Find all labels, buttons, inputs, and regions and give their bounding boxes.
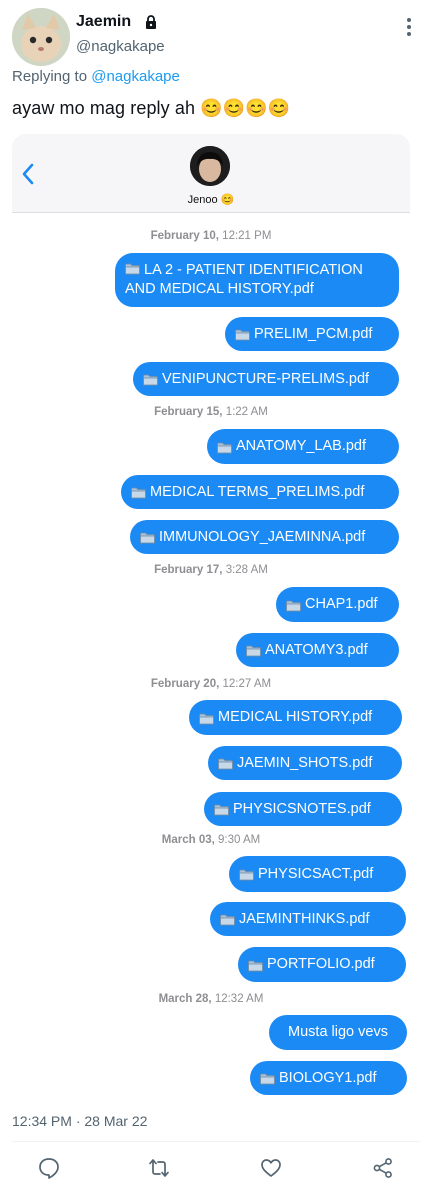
message-timestamp: February 20, 12:27 AM (12, 678, 410, 690)
message-text: VENIPUNCTURE-PRELIMS.pdf (162, 370, 370, 387)
message-timestamp: February 10, 12:21 PM (12, 230, 410, 242)
message-text: IMMUNOLOGY_JAEMINNA.pdf (159, 528, 366, 545)
contact-name: Jenoo 😊 (187, 194, 235, 206)
message-text: PHYSICSACT.pdf (258, 865, 374, 882)
replying-to: Replying to @nagkakape (12, 68, 180, 85)
folder-icon (131, 486, 146, 499)
message-text: MEDICAL HISTORY.pdf (218, 709, 373, 725)
message-timestamp: March 28, 12:32 AM (12, 993, 410, 1005)
message-text: CHAP1.pdf (305, 596, 378, 612)
message-bubble[interactable]: JAEMINTHINKS.pdf (210, 902, 406, 936)
timestamp-time: 1:22 AM (222, 406, 268, 418)
timestamp-time: 3:28 AM (222, 564, 268, 576)
tweet-text: ayaw mo mag reply ah 😊😊😊😊 (12, 98, 291, 118)
timestamp-time: 12:21 PM (218, 230, 272, 242)
message-bubble[interactable]: BIOLOGY1.pdf (250, 1061, 407, 1095)
message-timestamp: March 03, 9:30 AM (12, 834, 410, 846)
message-bubble[interactable]: IMMUNOLOGY_JAEMINNA.pdf (130, 520, 399, 554)
message-text: LA 2 - PATIENT IDENTIFICATION AND MEDICA… (125, 262, 363, 297)
folder-icon (143, 373, 158, 386)
message-timestamp: February 15, 1:22 AM (12, 406, 410, 418)
message-bubble[interactable]: Musta ligo vevs (269, 1015, 407, 1050)
mention-link[interactable]: @nagkakape (91, 68, 180, 85)
folder-icon (220, 913, 235, 926)
chat-header: Jenoo 😊 (12, 134, 410, 213)
lock-icon (146, 15, 156, 29)
divider (12, 1141, 420, 1142)
tweet-timestamp[interactable]: 12:34 PM · 28 Mar 22 (12, 1113, 147, 1129)
message-text: ANATOMY_LAB.pdf (236, 438, 367, 454)
timestamp-date: February 15, (154, 406, 223, 418)
timestamp-date: March 03, (161, 834, 215, 846)
message-text: JAEMINTHINKS.pdf (239, 910, 370, 927)
folder-icon (199, 712, 214, 724)
back-chevron-icon (22, 163, 34, 185)
message-bubble[interactable]: MEDICAL HISTORY.pdf (189, 700, 402, 735)
folder-icon (239, 868, 254, 881)
folder-icon (217, 441, 232, 453)
message-bubble[interactable]: PRELIM_PCM.pdf (225, 317, 399, 351)
message-bubble[interactable]: LA 2 - PATIENT IDENTIFICATION AND MEDICA… (115, 253, 399, 307)
folder-icon (248, 959, 263, 971)
folder-icon (125, 262, 140, 275)
more-options-icon[interactable] (406, 18, 412, 38)
message-timestamp: February 17, 3:28 AM (12, 564, 410, 576)
message-text: ANATOMY3.pdf (265, 641, 368, 658)
message-text: PORTFOLIO.pdf (267, 956, 375, 972)
timestamp-date: March 28, (158, 993, 212, 1005)
share-icon[interactable] (372, 1157, 394, 1179)
avatar[interactable] (12, 8, 70, 66)
message-text: JAEMIN_SHOTS.pdf (237, 754, 373, 771)
timestamp-time: 9:30 AM (214, 834, 261, 846)
message-bubble[interactable]: JAEMIN_SHOTS.pdf (208, 746, 402, 780)
message-bubble[interactable]: CHAP1.pdf (276, 587, 399, 622)
timestamp-time: 12:32 AM (211, 993, 264, 1005)
message-text: MEDICAL TERMS_PRELIMS.pdf (150, 483, 365, 500)
reply-icon[interactable] (38, 1157, 60, 1179)
retweet-icon[interactable] (148, 1157, 170, 1179)
folder-icon (260, 1072, 275, 1085)
message-bubble[interactable]: PORTFOLIO.pdf (238, 947, 406, 982)
user-handle[interactable]: @nagkakape (76, 38, 165, 55)
replying-prefix: Replying to (12, 68, 88, 85)
message-bubble[interactable]: ANATOMY_LAB.pdf (207, 429, 399, 464)
message-bubble[interactable]: MEDICAL TERMS_PRELIMS.pdf (121, 475, 399, 509)
message-bubble[interactable]: VENIPUNCTURE-PRELIMS.pdf (133, 362, 399, 396)
timestamp-date: February 10, (150, 230, 219, 242)
folder-icon (235, 328, 250, 341)
message-bubble[interactable]: PHYSICSACT.pdf (229, 856, 406, 892)
folder-icon (214, 803, 229, 816)
folder-icon (218, 757, 233, 770)
folder-icon (140, 531, 155, 544)
timestamp-date: February 17, (154, 564, 223, 576)
message-text: PRELIM_PCM.pdf (254, 325, 373, 342)
folder-icon (286, 599, 301, 611)
message-bubble[interactable]: ANATOMY3.pdf (236, 633, 399, 667)
timestamp-time: 12:27 AM (219, 678, 272, 690)
message-text: Musta ligo vevs (288, 1024, 388, 1040)
display-name[interactable]: Jaemin (76, 13, 131, 31)
contact-avatar (190, 146, 230, 186)
message-bubble[interactable]: PHYSICSNOTES.pdf (204, 792, 402, 826)
message-text: PHYSICSNOTES.pdf (233, 800, 371, 817)
folder-icon (246, 644, 261, 657)
like-icon[interactable] (260, 1157, 282, 1179)
timestamp-date: February 20, (150, 678, 220, 690)
message-text: BIOLOGY1.pdf (279, 1069, 377, 1086)
attached-screenshot[interactable]: Jenoo 😊 February 10, 12:21 PM LA 2 - PATI… (12, 134, 410, 1114)
